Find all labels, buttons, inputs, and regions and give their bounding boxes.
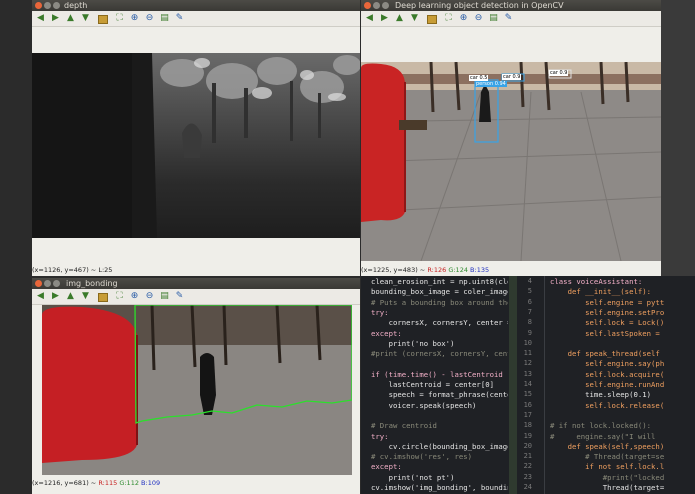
bonding-titlebar[interactable]: img_bonding (32, 278, 360, 289)
brush-icon[interactable]: ✎ (503, 13, 514, 24)
arrow-right-icon[interactable]: ▶ (50, 291, 61, 302)
zoom-out-icon[interactable]: ⊖ (473, 13, 484, 24)
status-b: B:109 (141, 479, 161, 487)
status-text: (x=1126, y=467) ~ L:25 (32, 266, 113, 274)
status-bar: (x=1126, y=467) ~ L:25 (32, 266, 360, 275)
code-editor[interactable]: clean_erosion_int = np.uint8(cle bounding… (361, 276, 695, 494)
minimap[interactable] (509, 276, 517, 494)
save-icon[interactable] (98, 293, 108, 302)
properties-icon[interactable]: ▤ (159, 13, 170, 24)
toolbar: ◀ ▶ ▲ ▼ ⛶ ⊕ ⊖ ▤ ✎ (361, 11, 661, 27)
label-person: person 0.94 (475, 81, 507, 87)
close-icon[interactable] (364, 2, 371, 9)
zoom-in-icon[interactable]: ⊕ (458, 13, 469, 24)
arrow-left-icon[interactable]: ◀ (364, 13, 375, 24)
arrow-right-icon[interactable]: ▶ (379, 13, 390, 24)
minimize-icon[interactable] (44, 280, 51, 287)
zoom-fit-icon[interactable]: ⛶ (114, 291, 125, 302)
close-icon[interactable] (35, 2, 42, 9)
detection-window: Deep learning object detection in OpenCV… (361, 0, 661, 276)
properties-icon[interactable]: ▤ (488, 13, 499, 24)
status-r: R:126 (427, 266, 447, 274)
save-icon[interactable] (98, 15, 108, 24)
label-car: car 0.9 (549, 70, 569, 76)
properties-icon[interactable]: ▤ (159, 291, 170, 302)
toolbar: ◀ ▶ ▲ ▼ ⛶ ⊕ ⊖ ▤ ✎ (32, 11, 360, 27)
arrow-left-icon[interactable]: ◀ (35, 13, 46, 24)
brush-icon[interactable]: ✎ (174, 13, 185, 24)
zoom-out-icon[interactable]: ⊖ (144, 13, 155, 24)
zoom-fit-icon[interactable]: ⛶ (443, 13, 454, 24)
code-line[interactable]: cv.imshow('img_bonding', boundin (371, 482, 508, 493)
close-icon[interactable] (35, 280, 42, 287)
maximize-icon[interactable] (382, 2, 389, 9)
status-r: R:115 (98, 479, 118, 487)
arrow-up-icon[interactable]: ▲ (65, 13, 76, 24)
status-g: G:112 (119, 479, 139, 487)
arrow-up-icon[interactable]: ▲ (394, 13, 405, 24)
status-bar: (x=1216, y=681) ~ R:115 G:112 B:109 (32, 479, 360, 488)
window-title: depth (64, 1, 88, 10)
bonding-image[interactable] (42, 305, 352, 475)
detection-image[interactable]: car 0.5 car 0.9 car 0.9 person 0.94 (361, 62, 661, 261)
minimize-icon[interactable] (373, 2, 380, 9)
maximize-icon[interactable] (53, 2, 60, 9)
detection-titlebar[interactable]: Deep learning object detection in OpenCV (361, 0, 661, 11)
arrow-down-icon[interactable]: ▼ (80, 291, 91, 302)
status-b: B:135 (470, 266, 490, 274)
arrow-down-icon[interactable]: ▼ (409, 13, 420, 24)
label-car: car 0.9 (502, 74, 522, 80)
pane-divider[interactable] (544, 276, 545, 494)
status-coords: (x=1216, y=681) ~ (32, 479, 99, 487)
arrow-down-icon[interactable]: ▼ (80, 13, 91, 24)
depth-window: depth ◀ ▶ ▲ ▼ ⛶ ⊕ ⊖ ▤ ✎ (x=1126, y=467) … (32, 0, 360, 276)
brush-icon[interactable]: ✎ (174, 291, 185, 302)
status-bar: (x=1225, y=483) ~ R:126 G:124 B:135 (361, 266, 661, 275)
save-icon[interactable] (427, 15, 437, 24)
window-title: Deep learning object detection in OpenCV (395, 1, 564, 10)
desktop-background (661, 0, 695, 276)
arrow-right-icon[interactable]: ▶ (50, 13, 61, 24)
zoom-in-icon[interactable]: ⊕ (129, 13, 140, 24)
bonding-window: img_bonding ◀ ▶ ▲ ▼ ⛶ ⊕ ⊖ ▤ ✎ (x=1216, y… (32, 278, 360, 494)
status-g: G:124 (448, 266, 468, 274)
arrow-left-icon[interactable]: ◀ (35, 291, 46, 302)
status-coords: (x=1225, y=483) ~ (361, 266, 428, 274)
arrow-up-icon[interactable]: ▲ (65, 291, 76, 302)
zoom-in-icon[interactable]: ⊕ (129, 291, 140, 302)
minimize-icon[interactable] (44, 2, 51, 9)
toolbar: ◀ ▶ ▲ ▼ ⛶ ⊕ ⊖ ▤ ✎ (32, 289, 360, 305)
depth-titlebar[interactable]: depth (32, 0, 360, 11)
window-title: img_bonding (66, 279, 118, 288)
maximize-icon[interactable] (53, 280, 60, 287)
zoom-fit-icon[interactable]: ⛶ (114, 13, 125, 24)
depth-image[interactable] (32, 53, 360, 238)
zoom-out-icon[interactable]: ⊖ (144, 291, 155, 302)
